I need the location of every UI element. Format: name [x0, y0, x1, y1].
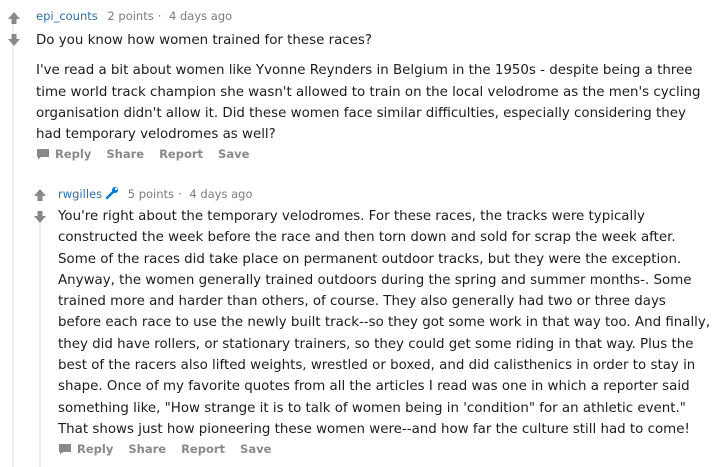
comment-body: You're right about the temporary velodro… [58, 206, 712, 440]
points: 5 points [127, 187, 175, 201]
points: 2 points [107, 9, 154, 23]
author-link[interactable]: epi_counts [36, 9, 98, 23]
reply-icon [37, 149, 49, 160]
reply-button[interactable]: Reply [36, 147, 91, 161]
reply-button[interactable]: Reply [58, 442, 113, 456]
comment-meta: epi_counts 2 points · 4 days ago [36, 9, 232, 23]
separator: · [178, 187, 182, 201]
reply-icon [59, 444, 71, 455]
comment-paragraph: Do you know how women trained for these … [36, 33, 372, 48]
thread-line-nested[interactable] [39, 210, 41, 467]
downvote-icon[interactable] [6, 33, 22, 47]
downvote-icon[interactable] [32, 210, 48, 224]
share-button[interactable]: Share [128, 442, 166, 456]
comment-paragraph: I've read a bit about women like Yvonne … [36, 63, 701, 143]
comment-meta: rwgilles 5 points · 4 days ago [58, 186, 253, 201]
author-link[interactable]: rwgilles [58, 187, 102, 201]
upvote-icon[interactable] [32, 188, 48, 202]
upvote-icon[interactable] [6, 11, 22, 25]
comment-actions: Reply Share Report Save [58, 442, 282, 456]
comment-paragraph: You're right about the temporary velodro… [58, 209, 711, 437]
report-button[interactable]: Report [181, 442, 225, 456]
share-button[interactable]: Share [106, 147, 144, 161]
thread-line[interactable] [12, 18, 14, 467]
moderator-wrench-icon [105, 187, 119, 200]
save-button[interactable]: Save [218, 147, 249, 161]
comment-actions: Reply Share Report Save [36, 147, 260, 161]
separator: · [157, 9, 162, 23]
timestamp[interactable]: 4 days ago [189, 187, 252, 201]
comment-body: Do you know how women trained for these … [36, 30, 708, 145]
save-button[interactable]: Save [240, 442, 271, 456]
timestamp[interactable]: 4 days ago [169, 9, 232, 23]
report-button[interactable]: Report [159, 147, 203, 161]
